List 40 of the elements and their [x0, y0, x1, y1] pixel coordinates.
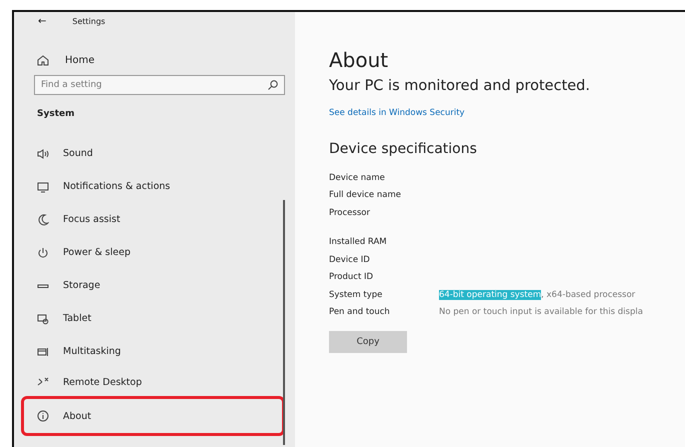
nav-item[interactable]: Sound: [24, 137, 285, 170]
tablet-icon: [37, 312, 49, 324]
section-heading: System: [37, 109, 76, 119]
spec-label: Device name: [329, 172, 386, 183]
spec-label: Device ID: [329, 254, 371, 265]
power-icon: [37, 246, 49, 258]
spec-label: Processor: [329, 208, 371, 218]
speaker-icon: [37, 148, 49, 160]
info-icon: [37, 410, 49, 422]
nav-item[interactable]: Notifications & actions: [24, 170, 285, 203]
windows-icon: [37, 346, 49, 358]
spec-label: Installed RAM: [329, 237, 388, 248]
search-field[interactable]: Find a setting: [34, 75, 285, 95]
monitor-icon: [37, 180, 49, 192]
nav-item[interactable]: Storage: [24, 269, 285, 302]
nav-item[interactable]: Multitasking: [24, 335, 285, 368]
home-link[interactable]: Home: [37, 54, 295, 66]
home-label: Home: [65, 54, 95, 66]
section-heading: Device specifications: [329, 141, 478, 157]
spec-label: Full device name: [329, 190, 402, 200]
nav-item[interactable]: Power & sleep: [24, 236, 285, 269]
nav-item[interactable]: Remote Desktop: [24, 368, 285, 396]
page-title: About: [329, 48, 390, 72]
spec-label: Product ID: [329, 272, 374, 282]
search-icon: [267, 79, 279, 91]
moon-icon: [37, 214, 49, 226]
copy-button[interactable]: Copy: [329, 331, 407, 353]
back-button[interactable]: ←: [38, 16, 46, 26]
scrollbar[interactable]: [283, 200, 285, 445]
home-icon: [37, 54, 49, 66]
spec-value: 64-bit operating system, x64-based processor: [439, 290, 636, 300]
nav-item[interactable]: Tablet: [24, 302, 285, 335]
spec-label: System type: [329, 290, 384, 300]
window-title: Settings: [72, 16, 106, 26]
nav-item[interactable]: About: [21, 396, 285, 436]
nav-item[interactable]: Focus assist: [24, 203, 285, 236]
spec-label: Pen and touch: [329, 307, 391, 318]
spec-value: No pen or touch input is available for this displa: [439, 307, 643, 318]
status-text: Your PC is monitored and protected.: [329, 78, 591, 94]
security-link[interactable]: See details in Windows Security: [329, 108, 465, 118]
